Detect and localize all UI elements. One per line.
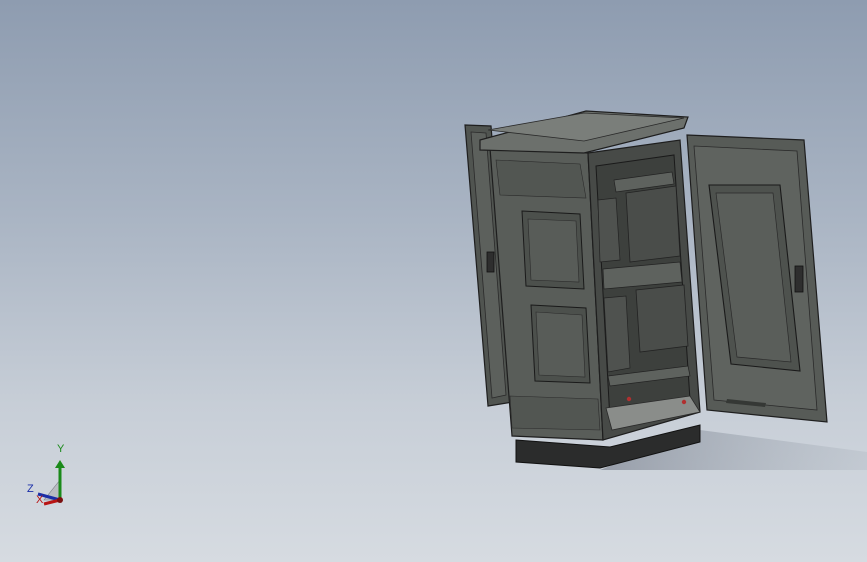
rack-post-left bbox=[597, 197, 621, 263]
x-axis-label: X bbox=[36, 494, 44, 506]
side-window-upper-inner bbox=[527, 218, 580, 283]
y-axis-label: Y bbox=[57, 443, 65, 455]
side-strip-top bbox=[495, 159, 587, 199]
y-axis-arrow bbox=[55, 460, 65, 468]
rack-bay-upper bbox=[625, 185, 681, 263]
side-window-lower-inner bbox=[535, 311, 586, 378]
axis-triad: Y Z X bbox=[22, 440, 82, 512]
cabinet-model-icon[interactable] bbox=[0, 0, 867, 562]
graphics-viewport[interactable]: Y Z X bbox=[0, 0, 867, 562]
z-axis-label: Z bbox=[27, 483, 34, 495]
triad-origin bbox=[57, 497, 63, 503]
axis-triad-icon bbox=[37, 460, 65, 506]
fastener-marker bbox=[626, 396, 632, 402]
right-door-handle bbox=[794, 265, 804, 293]
side-strip-bottom bbox=[509, 395, 601, 431]
left-door-handle bbox=[486, 251, 495, 273]
rack-bay-lower bbox=[635, 284, 689, 353]
fastener-marker bbox=[681, 399, 687, 405]
rack-post-left-lower bbox=[603, 295, 631, 373]
